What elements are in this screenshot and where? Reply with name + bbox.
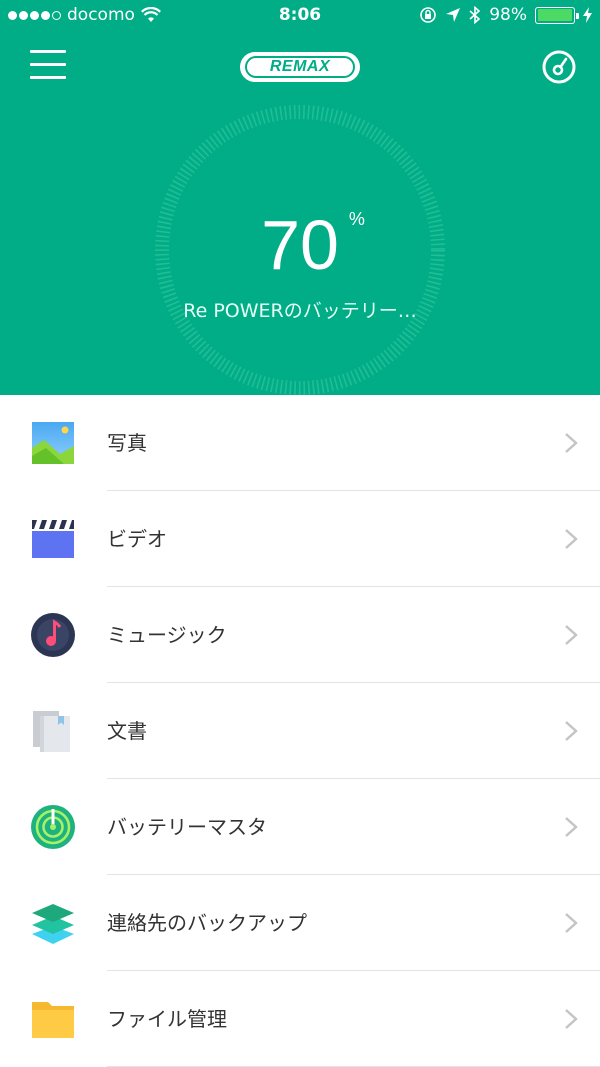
status-bar-right: 98% <box>419 5 592 25</box>
photo-icon <box>32 422 74 464</box>
battery-percent: 98% <box>489 5 527 25</box>
list-item-label: 写真 <box>107 431 147 455</box>
chevron-right-icon <box>565 913 578 933</box>
list-item-label: 連絡先のバックアップ <box>107 911 307 935</box>
list-item-label: ミュージック <box>107 623 227 647</box>
list-item-battery-master[interactable]: バッテリーマスタ <box>0 779 600 875</box>
battery-master-icon <box>31 805 75 849</box>
video-icon <box>32 520 74 558</box>
status-bar: docomo 8:06 98% <box>0 0 600 34</box>
charging-icon <box>583 7 592 23</box>
chevron-right-icon <box>565 1009 578 1029</box>
rotation-lock-icon <box>420 7 437 23</box>
header: docomo 8:06 98% REMAX 70 % Re POWERのバッテリ… <box>0 0 600 395</box>
list-item-contacts-backup[interactable]: 連絡先のバックアップ <box>0 875 600 971</box>
chevron-right-icon <box>565 721 578 741</box>
logo-text: REMAX <box>245 56 355 78</box>
list-item-label: バッテリーマスタ <box>107 815 267 839</box>
battery-level-display: 70 % <box>0 210 600 280</box>
battery-level-value: 70 <box>261 206 339 284</box>
list-item-video[interactable]: ビデオ <box>0 491 600 587</box>
percent-sign: % <box>348 209 365 229</box>
location-icon <box>446 8 461 22</box>
music-icon <box>31 613 75 657</box>
list-item-photos[interactable]: 写真 <box>0 395 600 491</box>
list-item-label: ファイル管理 <box>107 1007 227 1031</box>
battery-icon <box>535 6 579 24</box>
hamburger-icon <box>30 50 66 53</box>
chevron-right-icon <box>565 625 578 645</box>
list-item-label: 文書 <box>107 719 147 743</box>
list-item-music[interactable]: ミュージック <box>0 587 600 683</box>
folder-icon <box>32 1002 74 1038</box>
menu-button[interactable] <box>30 50 66 84</box>
remax-logo: REMAX <box>240 52 360 82</box>
document-icon <box>33 711 70 752</box>
contacts-backup-icon <box>32 904 74 944</box>
chevron-right-icon <box>565 433 578 453</box>
device-battery-subtitle: Re POWERのバッテリー… <box>183 300 417 322</box>
bluetooth-icon <box>469 6 481 24</box>
speedometer-button[interactable] <box>542 50 576 84</box>
feature-list: 写真 ビデオ ミュージック 文書 バッテリーマスタ 連絡先のバックアップ ファイ… <box>0 395 600 1067</box>
list-item-documents[interactable]: 文書 <box>0 683 600 779</box>
list-item-label: ビデオ <box>107 527 167 551</box>
chevron-right-icon <box>565 817 578 837</box>
chevron-right-icon <box>565 529 578 549</box>
list-item-file-manager[interactable]: ファイル管理 <box>0 971 600 1067</box>
